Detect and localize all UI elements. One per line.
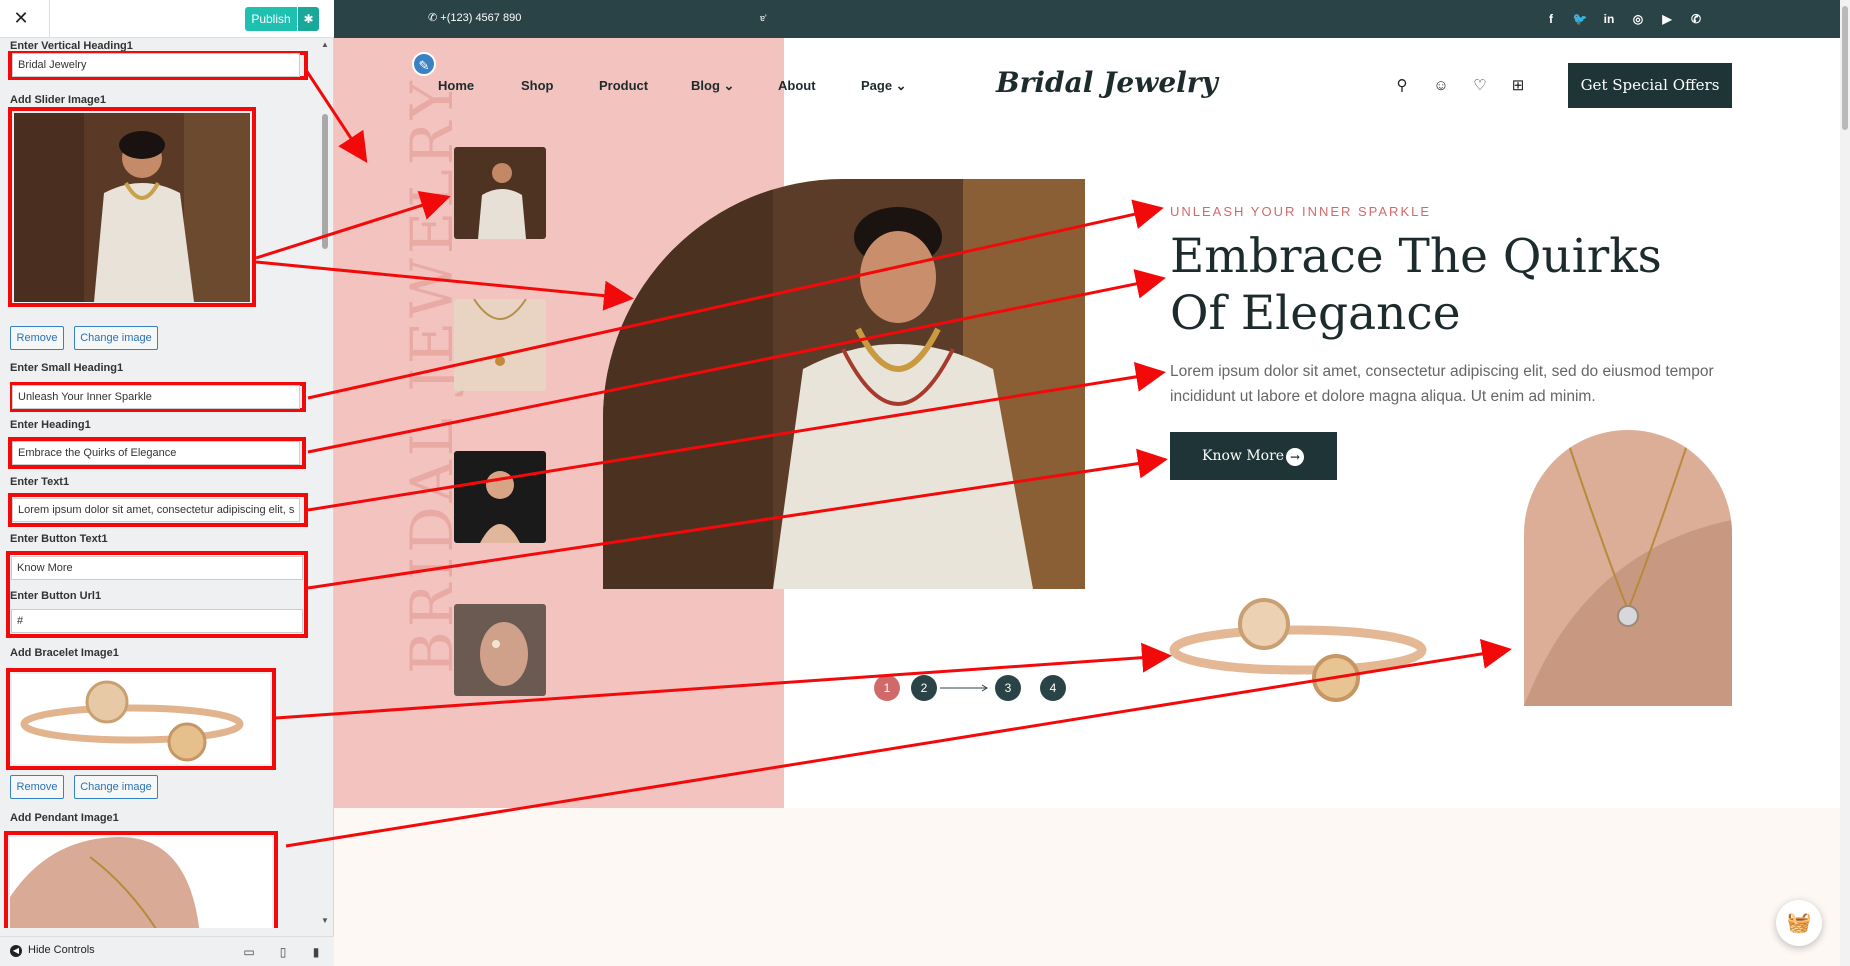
nav-shop[interactable]: Shop bbox=[521, 78, 554, 93]
field-label-heading: Enter Heading1 bbox=[10, 419, 91, 431]
slide-thumbnail[interactable] bbox=[454, 451, 546, 543]
hide-controls-label: Hide Controls bbox=[28, 944, 95, 956]
phone-icon: ✆ bbox=[428, 12, 441, 24]
hero-text: Lorem ipsum dolor sit amet, consectetur … bbox=[1170, 363, 1714, 405]
arrow-right-icon: → bbox=[1286, 448, 1304, 466]
next-section-background bbox=[334, 808, 1840, 966]
slider-image-preview bbox=[14, 113, 250, 302]
small-heading-input[interactable]: Unleash Your Inner Sparkle bbox=[12, 385, 300, 409]
scroll-up-icon[interactable]: ▲ bbox=[321, 40, 329, 49]
hide-controls-button[interactable]: ◀ Hide Controls bbox=[10, 944, 95, 957]
whatsapp-icon[interactable]: ✆ bbox=[1687, 10, 1705, 28]
know-more-label: Know More bbox=[1202, 448, 1285, 464]
field-label-bracelet-image: Add Bracelet Image1 bbox=[10, 647, 119, 659]
field-label-slider-image: Add Slider Image1 bbox=[10, 94, 106, 106]
search-icon[interactable]: ⚲ bbox=[1392, 76, 1412, 96]
customizer-header: ✕ Publish ✱ bbox=[0, 0, 334, 38]
slide-dot-1[interactable]: 1 bbox=[874, 675, 900, 701]
change-bracelet-image-button[interactable]: Change image bbox=[74, 775, 158, 799]
slide-dot-2[interactable]: 2 bbox=[911, 675, 937, 701]
customizer-controls: Enter Vertical Heading1 Bridal Jewelry A… bbox=[0, 38, 316, 928]
hero-heading: Embrace The Quirks Of Elegance bbox=[1170, 229, 1662, 341]
vertical-heading-input[interactable]: Bridal Jewelry bbox=[12, 53, 300, 77]
field-label-pendant-image: Add Pendant Image1 bbox=[10, 812, 119, 824]
instagram-icon[interactable]: ◎ bbox=[1629, 10, 1647, 28]
topbar-mark: ɐ' bbox=[760, 13, 767, 23]
slide-progress-arrow bbox=[940, 684, 988, 692]
slide-thumbnail[interactable] bbox=[454, 147, 546, 239]
twitter-icon[interactable]: 🐦 bbox=[1571, 10, 1589, 28]
button-url-input[interactable]: # bbox=[11, 609, 303, 633]
special-offers-button[interactable]: Get Special Offers bbox=[1568, 63, 1732, 108]
scroll-down-icon[interactable]: ▼ bbox=[321, 916, 329, 925]
text-input[interactable]: Lorem ipsum dolor sit amet, consectetur … bbox=[12, 498, 300, 522]
desktop-preview-icon[interactable]: ▭ bbox=[242, 945, 256, 959]
customizer-panel: ✕ Publish ✱ Enter Vertical Heading1 Brid… bbox=[0, 0, 334, 966]
linkedin-icon[interactable]: in bbox=[1600, 10, 1618, 28]
phone-text: +(123) 4567 890 bbox=[440, 12, 522, 24]
close-icon[interactable]: ✕ bbox=[11, 0, 50, 38]
nav-page[interactable]: Page ⌄ bbox=[861, 78, 907, 94]
phone-number[interactable]: ✆ +(123) 4567 890 bbox=[428, 11, 521, 24]
cart-icon[interactable]: 🧺 bbox=[1776, 900, 1822, 946]
bracelet-image-preview bbox=[12, 674, 270, 764]
pencil-icon[interactable]: ✎ bbox=[412, 52, 436, 76]
small-heading: UNLEASH YOUR INNER SPARKLE bbox=[1170, 204, 1432, 219]
tablet-preview-icon[interactable]: ▯ bbox=[276, 945, 290, 959]
page-scrollbar[interactable] bbox=[1840, 0, 1850, 966]
nav-home[interactable]: Home bbox=[438, 78, 474, 93]
site-preview: ✆ +(123) 4567 890 ɐ' f 🐦 in ◎ ▶ ✆ BRIDAL… bbox=[334, 0, 1850, 966]
heart-icon[interactable]: ♡ bbox=[1470, 76, 1490, 96]
customizer-footer: ◀ Hide Controls ▭ ▯ ▮ bbox=[0, 936, 334, 966]
button-text-input[interactable]: Know More bbox=[11, 556, 303, 580]
youtube-icon[interactable]: ▶ bbox=[1658, 10, 1676, 28]
nav-about[interactable]: About bbox=[778, 78, 816, 93]
remove-slider-image-button[interactable]: Remove bbox=[10, 326, 64, 350]
scrollbar-thumb[interactable] bbox=[322, 114, 328, 249]
gift-icon[interactable]: ⊞ bbox=[1508, 76, 1528, 96]
publish-button[interactable]: Publish bbox=[245, 7, 297, 31]
heading-input[interactable]: Embrace the Quirks of Elegance bbox=[12, 441, 300, 465]
know-more-button[interactable]: Know More → bbox=[1170, 432, 1337, 480]
field-label-small-heading: Enter Small Heading1 bbox=[10, 362, 124, 374]
field-label-button-text: Enter Button Text1 bbox=[10, 533, 108, 545]
collapse-icon: ◀ bbox=[10, 945, 22, 957]
remove-bracelet-image-button[interactable]: Remove bbox=[10, 775, 64, 799]
facebook-icon[interactable]: f bbox=[1542, 10, 1560, 28]
gear-icon[interactable]: ✱ bbox=[298, 7, 319, 31]
pendant-image bbox=[1524, 430, 1732, 706]
pendant-image-preview bbox=[10, 837, 272, 928]
bracelet-image bbox=[1168, 590, 1428, 710]
slide-dot-4[interactable]: 4 bbox=[1040, 675, 1066, 701]
nav-blog[interactable]: Blog ⌄ bbox=[691, 78, 734, 94]
slide-thumbnail[interactable] bbox=[454, 299, 546, 391]
slide-thumbnail[interactable] bbox=[454, 604, 546, 696]
slide-dot-3[interactable]: 3 bbox=[995, 675, 1021, 701]
mobile-preview-icon[interactable]: ▮ bbox=[309, 945, 323, 959]
site-logo[interactable]: Bridal Jewelry bbox=[996, 66, 1218, 99]
page-scrollbar-thumb[interactable] bbox=[1842, 6, 1848, 130]
change-slider-image-button[interactable]: Change image bbox=[74, 326, 158, 350]
top-bar: ✆ +(123) 4567 890 ɐ' f 🐦 in ◎ ▶ ✆ bbox=[334, 0, 1840, 38]
field-label-button-url: Enter Button Url1 bbox=[10, 590, 102, 602]
panel-scrollbar[interactable]: ▲ ▼ bbox=[318, 38, 332, 928]
nav-product[interactable]: Product bbox=[599, 78, 648, 93]
field-label-text: Enter Text1 bbox=[10, 476, 70, 488]
user-icon[interactable]: ☺ bbox=[1431, 76, 1451, 96]
